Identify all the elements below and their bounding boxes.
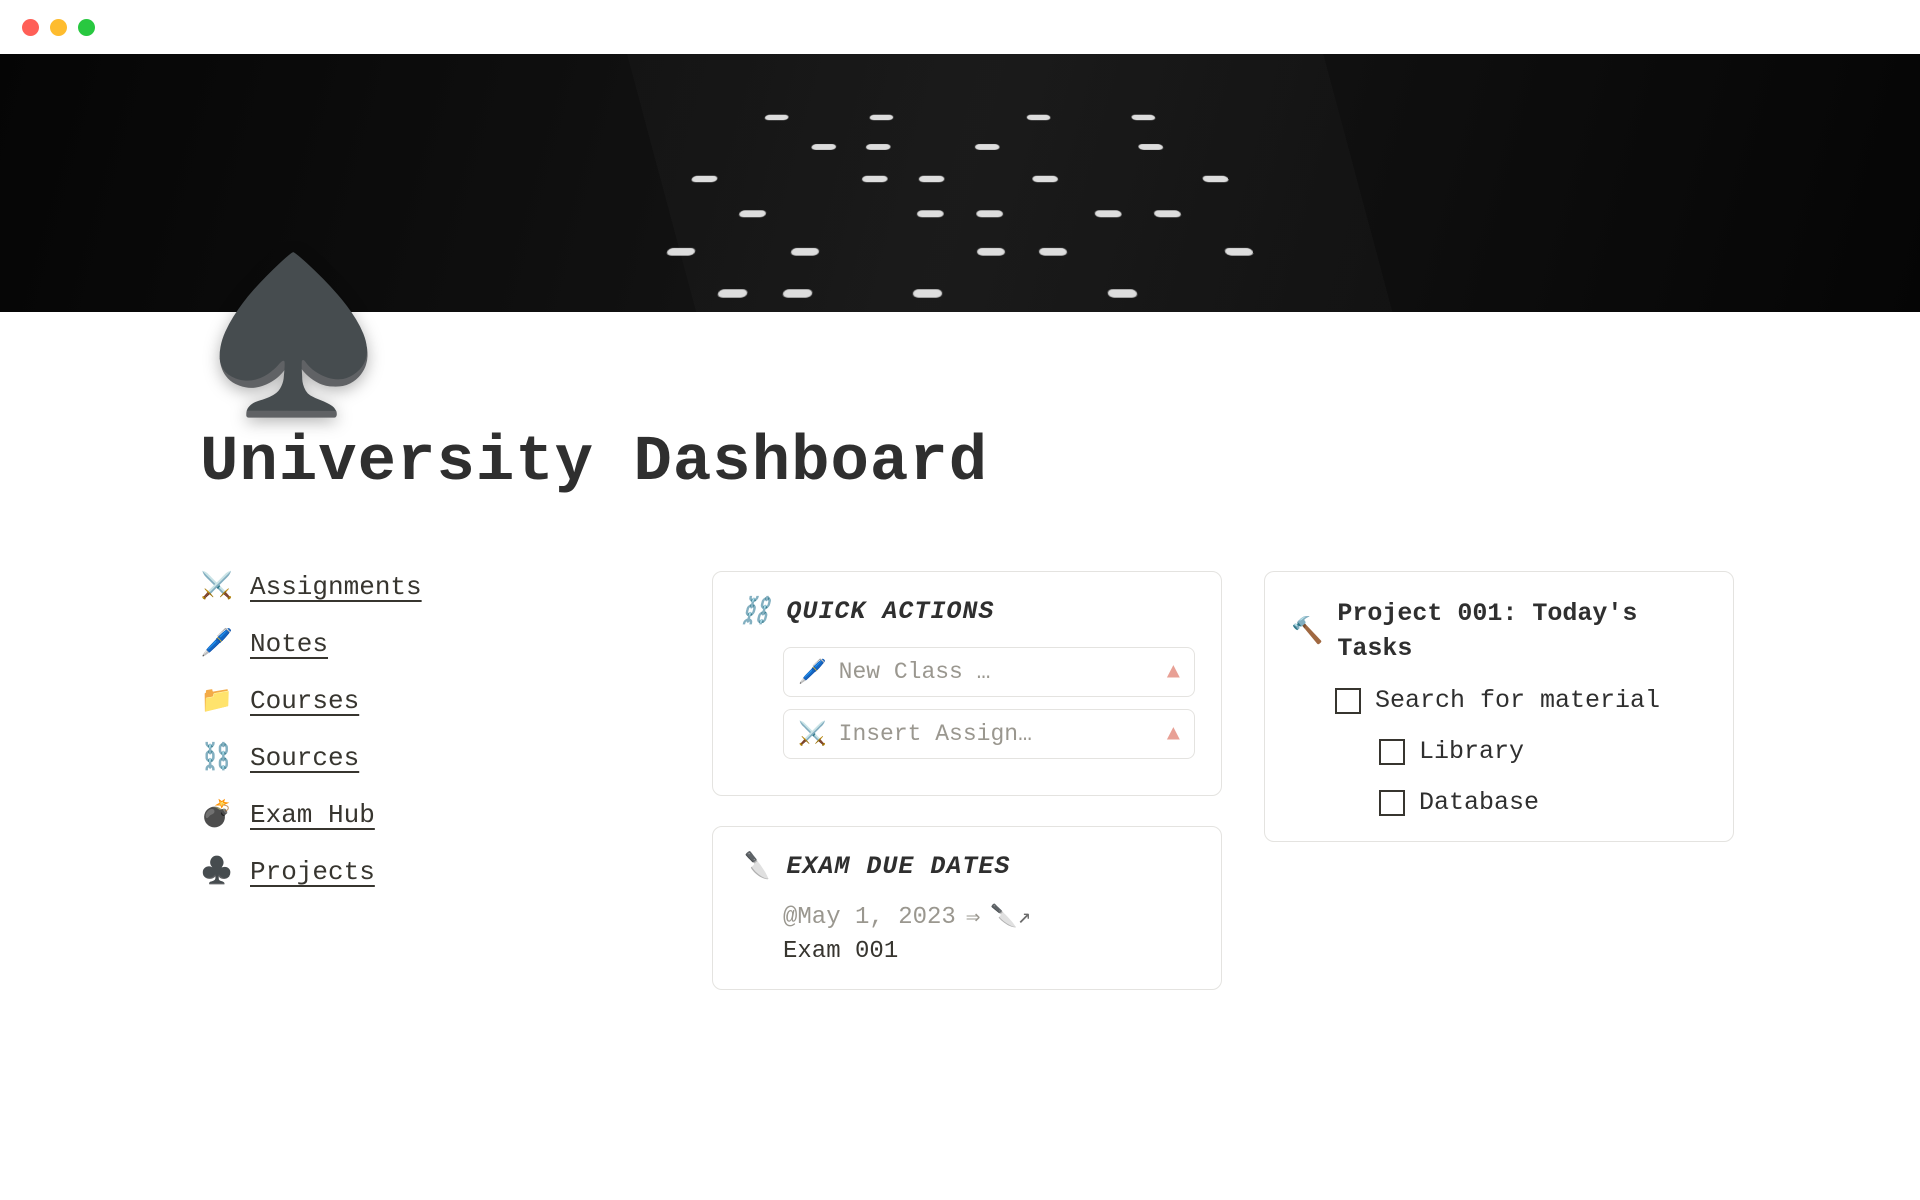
swords-icon: ⚔️ — [200, 571, 234, 602]
button-label: Insert Assign… — [839, 721, 1155, 747]
checkbox[interactable] — [1379, 739, 1405, 765]
todo-item[interactable]: Search for material — [1335, 686, 1707, 715]
nav-notes[interactable]: 🖊️ Notes — [200, 628, 670, 659]
card-title: EXAM DUE DATES — [786, 852, 1010, 881]
new-class-button[interactable]: 🖊️ New Class … ▲ — [783, 647, 1195, 697]
todo-item-sub[interactable]: Database — [1379, 788, 1707, 817]
exam-due-dates-card: 🔪 EXAM DUE DATES @May 1, 2023 ⇒ 🔪↗ Exam … — [712, 826, 1222, 990]
swords-icon: ⚔️ — [798, 720, 827, 748]
pen-icon: 🖊️ — [200, 628, 234, 659]
card-header: ⛓️ QUICK ACTIONS — [739, 596, 1195, 627]
card-title: Project 001: Today's Tasks — [1337, 596, 1707, 666]
sidebar-nav: ⚔️ Assignments 🖊️ Notes 📁 Courses ⛓️ Sou… — [200, 571, 670, 887]
card-title: QUICK ACTIONS — [786, 597, 994, 626]
chains-icon: ⛓️ — [200, 742, 234, 773]
nav-projects[interactable]: ♣️ Projects — [200, 856, 670, 887]
exam-link-icon[interactable]: 🔪↗ — [990, 904, 1031, 930]
nav-assignments[interactable]: ⚔️ Assignments — [200, 571, 670, 602]
chains-icon: ⛓️ — [739, 596, 772, 627]
exam-name[interactable]: Exam 001 — [783, 938, 1195, 965]
nav-label: Notes — [250, 629, 328, 659]
nav-label: Courses — [250, 686, 359, 716]
project-tasks-card: 🔨 Project 001: Today's Tasks Search for … — [1264, 571, 1734, 842]
club-icon: ♣️ — [200, 856, 234, 887]
todo-label: Library — [1419, 737, 1524, 766]
folder-icon: 📁 — [200, 685, 234, 716]
nav-label: Assignments — [250, 572, 422, 602]
insert-assignment-button[interactable]: ⚔️ Insert Assign… ▲ — [783, 709, 1195, 759]
todo-label: Database — [1419, 788, 1539, 817]
page-title[interactable]: University Dashboard — [200, 427, 1720, 499]
window-traffic-lights — [0, 0, 1920, 54]
page-emoji-icon[interactable]: ♠️ — [200, 248, 387, 433]
nav-exam-hub[interactable]: 💣 Exam Hub — [200, 799, 670, 830]
exam-date[interactable]: @May 1, 2023 — [783, 904, 956, 931]
knife-icon: 🔪 — [739, 851, 772, 882]
checkbox[interactable] — [1335, 688, 1361, 714]
nav-sources[interactable]: ⛓️ Sources — [200, 742, 670, 773]
arrow-icon: ⇒ — [966, 902, 980, 932]
nav-label: Projects — [250, 857, 375, 887]
todo-label: Search for material — [1375, 686, 1660, 715]
warning-icon: ▲ — [1167, 722, 1180, 747]
maximize-window-dot[interactable] — [78, 19, 95, 36]
button-label: New Class … — [839, 659, 1155, 685]
bomb-icon: 💣 — [200, 799, 234, 830]
quick-actions-card: ⛓️ QUICK ACTIONS 🖊️ New Class … ▲ ⚔️ Ins… — [712, 571, 1222, 796]
hammer-icon: 🔨 — [1291, 616, 1323, 647]
minimize-window-dot[interactable] — [50, 19, 67, 36]
todo-item-sub[interactable]: Library — [1379, 737, 1707, 766]
nav-label: Sources — [250, 743, 359, 773]
nav-courses[interactable]: 📁 Courses — [200, 685, 670, 716]
card-header: 🔪 EXAM DUE DATES — [739, 851, 1195, 882]
card-header: 🔨 Project 001: Today's Tasks — [1291, 596, 1707, 666]
checkbox[interactable] — [1379, 790, 1405, 816]
pen-icon: 🖊️ — [798, 658, 827, 686]
close-window-dot[interactable] — [22, 19, 39, 36]
warning-icon: ▲ — [1167, 660, 1180, 685]
nav-label: Exam Hub — [250, 800, 375, 830]
